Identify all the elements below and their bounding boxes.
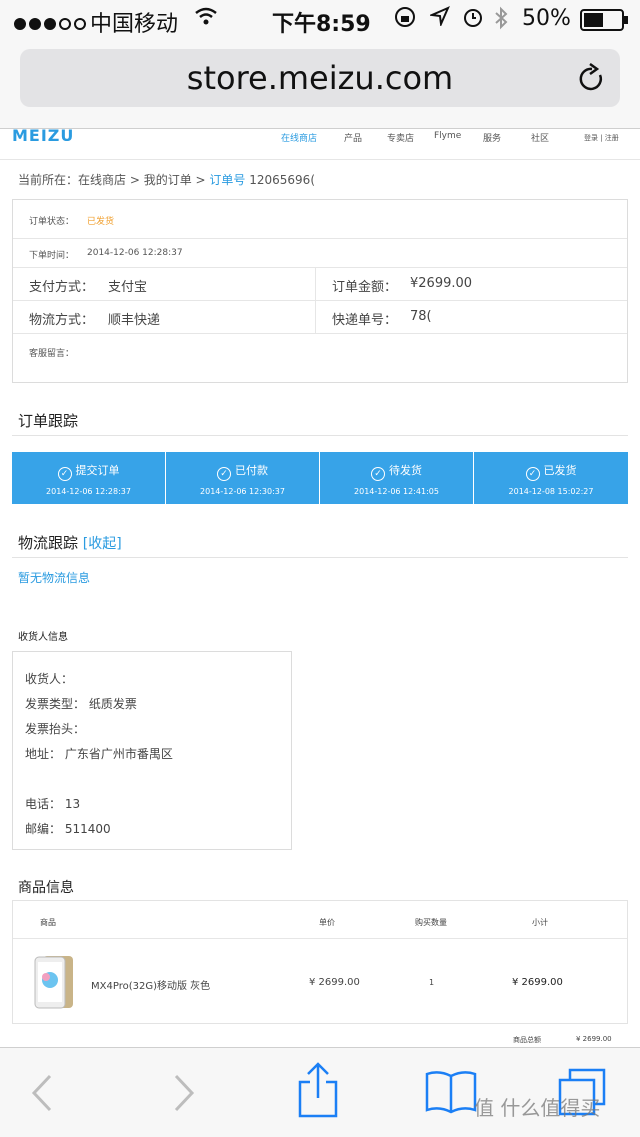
step-label: 已发货 — [543, 464, 577, 477]
total-value: ¥ 2699.00 — [576, 1035, 612, 1043]
meizu-logo[interactable]: MEIZU — [12, 126, 74, 145]
step-pending-shipment: ✓ 待发货 2014-12-06 12:41:05 — [320, 452, 473, 504]
pay-method-label: 支付方式： — [29, 280, 95, 295]
breadcrumb-path[interactable]: 在线商店 > 我的订单 > — [78, 173, 209, 187]
col-header-qty: 购买数量 — [415, 918, 447, 927]
step-label: 提交订单 — [75, 464, 120, 477]
collapse-link[interactable]: [收起] — [83, 536, 122, 552]
product-subtotal: ¥ 2699.00 — [512, 977, 563, 988]
col-header-product: 商品 — [40, 918, 56, 927]
order-steps: ✓ 提交订单 2014-12-06 12:28:37 ✓ 已付款 2014-12-0… — [12, 452, 628, 504]
battery-percent: 50% — [522, 6, 571, 31]
receiver-title: 收货人信息 — [18, 632, 68, 643]
order-status-label: 订单状态： — [29, 217, 75, 227]
tracking-no-value[interactable]: 78( — [410, 309, 432, 324]
check-icon: ✓ — [217, 467, 231, 481]
product-name[interactable]: MX4Pro(32G)移动版 灰色 — [91, 977, 210, 992]
nav-item-store[interactable]: 在线商店 — [281, 131, 317, 144]
reload-icon[interactable] — [578, 62, 606, 97]
back-icon[interactable] — [28, 1072, 58, 1118]
pay-method-value: 支付宝 — [108, 280, 148, 295]
order-number: 12065696( — [249, 173, 315, 187]
divider — [12, 557, 628, 558]
step-submitted: ✓ 提交订单 2014-12-06 12:28:37 — [12, 452, 165, 504]
logistics-title: 物流跟踪 [收起] — [18, 532, 122, 553]
ship-method-value: 顺丰快递 — [108, 313, 161, 328]
step-label: 待发货 — [389, 464, 422, 477]
logistics-title-text: 物流跟踪 — [18, 534, 79, 552]
step-time: 2014-12-08 15:02:27 — [508, 487, 594, 496]
col-header-subtotal: 小计 — [532, 918, 548, 927]
invoice-type: 发票类型： 纸质发票 — [25, 697, 137, 711]
invoice-title: 发票抬头： — [25, 722, 86, 736]
battery-icon — [580, 9, 630, 37]
products-title: 商品信息 — [18, 880, 74, 896]
step-paid: ✓ 已付款 2014-12-06 12:30:37 — [166, 452, 319, 504]
col-header-price: 单价 — [319, 918, 335, 927]
bluetooth-icon — [494, 6, 508, 36]
receiver-address: 地址： 广东省广州市番禺区 — [25, 747, 173, 761]
browser-toolbar: 值 什么值得买 — [0, 1047, 640, 1137]
nav-item-products[interactable]: 产品 — [344, 131, 362, 144]
breadcrumb-current: 订单号 — [209, 173, 246, 187]
address-bar[interactable]: store.meizu.com — [20, 49, 620, 107]
ship-method-label: 物流方式： — [29, 313, 95, 328]
signal-icon — [14, 11, 89, 36]
receiver-phone: 电话： 13 — [25, 797, 81, 811]
no-logistics-info: 暂无物流信息 — [18, 571, 91, 585]
login-register-link[interactable]: 登录 | 注册 — [584, 133, 619, 143]
bookmarks-icon[interactable] — [424, 1068, 478, 1120]
nav-item-service[interactable]: 服务 — [483, 131, 501, 144]
products-table: 商品 单价 购买数量 小计 MX4Pro(32G)移动版 灰色 ¥ 2699.0… — [12, 900, 628, 1024]
receiver-box: 收货人： 发票类型： 纸质发票 发票抬头： 地址： 广东省广州市番禺区 电话： … — [12, 651, 292, 850]
service-message-label: 客服留言： — [29, 349, 75, 359]
browser-address-area: store.meizu.com — [0, 40, 640, 129]
step-time: 2014-12-06 12:28:37 — [46, 487, 131, 496]
product-thumbnail[interactable] — [33, 954, 77, 1010]
nav-item-flyme[interactable]: Flyme — [434, 131, 461, 141]
breadcrumb-prefix: 当前所在： — [18, 173, 79, 187]
location-icon — [428, 6, 450, 32]
share-icon[interactable] — [296, 1062, 340, 1124]
order-amount-value: ¥2699.00 — [410, 276, 473, 291]
order-tracking-title: 订单跟踪 — [18, 412, 79, 430]
status-bar: 中国移动 下午8:59 50% — [0, 0, 640, 40]
nav-item-community[interactable]: 社区 — [531, 131, 549, 144]
forward-icon[interactable] — [168, 1072, 198, 1118]
step-label: 已付款 — [235, 464, 268, 477]
order-time-label: 下单时间： — [29, 251, 75, 261]
wifi-icon — [194, 6, 218, 32]
url-text: store.meizu.com — [186, 59, 454, 97]
step-shipped: ✓ 已发货 2014-12-08 15:02:27 — [474, 452, 628, 504]
nav-item-retail[interactable]: 专卖店 — [387, 131, 414, 144]
check-icon: ✓ — [525, 467, 540, 481]
divider — [12, 435, 628, 436]
receiver-zip: 邮编： 511400 — [25, 822, 111, 836]
step-time: 2014-12-06 12:41:05 — [354, 487, 439, 496]
rotation-lock-icon — [394, 6, 416, 34]
receiver-name: 收货人： — [25, 672, 74, 686]
order-amount-label: 订单金额： — [332, 280, 398, 295]
watermark: 值 什么值得买 — [474, 1096, 601, 1120]
total-label: 商品总额 — [513, 1036, 541, 1044]
breadcrumb: 当前所在：在线商店 > 我的订单 > 订单号 12065696( — [18, 171, 315, 188]
clock: 下午8:59 — [272, 12, 371, 37]
alarm-icon — [462, 6, 484, 34]
order-status-value: 已发货 — [87, 217, 115, 227]
check-icon: ✓ — [371, 467, 385, 481]
order-time-value: 2014-12-06 12:28:37 — [87, 248, 183, 258]
product-price: ¥ 2699.00 — [309, 977, 360, 988]
product-qty: 1 — [429, 978, 435, 987]
site-nav: MEIZU 在线商店 产品 专卖店 Flyme 服务 社区 登录 | 注册 — [0, 126, 640, 160]
order-info-box: 订单状态： 已发货 下单时间： 2014-12-06 12:28:37 支付方式… — [12, 199, 628, 383]
check-icon: ✓ — [57, 467, 72, 481]
step-time: 2014-12-06 12:30:37 — [200, 487, 285, 496]
carrier-label: 中国移动 — [90, 12, 179, 37]
tracking-no-label: 快递单号： — [332, 313, 398, 328]
